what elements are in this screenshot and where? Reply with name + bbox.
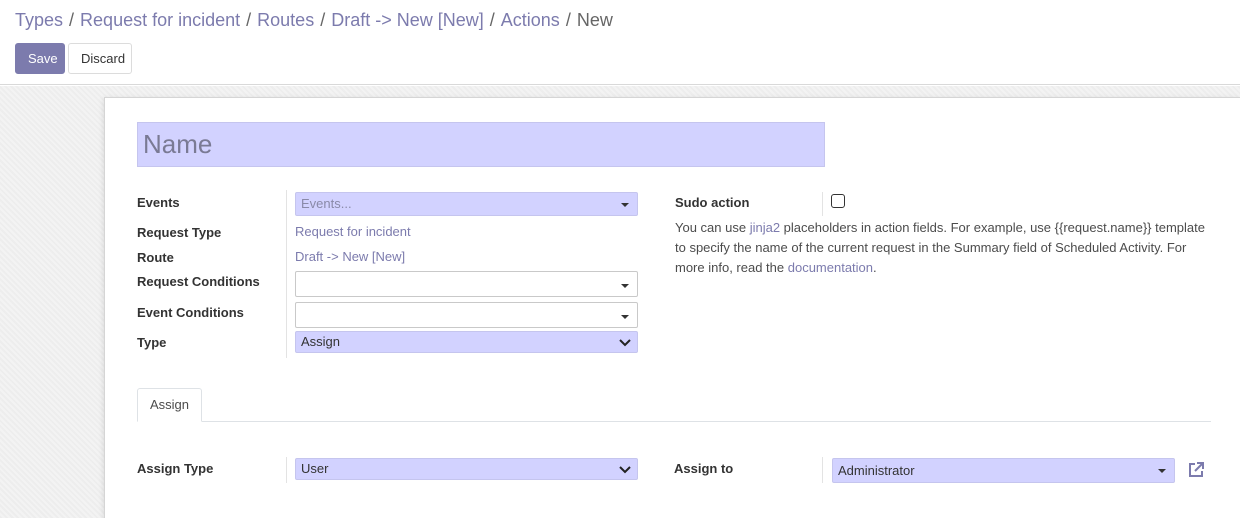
breadcrumb-routes[interactable]: Routes — [257, 10, 314, 30]
caret-down-icon — [1158, 469, 1166, 473]
assign-type-value: User — [301, 461, 329, 476]
request-type-link[interactable]: Request for incident — [295, 224, 411, 239]
field-divider — [286, 457, 287, 483]
breadcrumb-separator: / — [246, 10, 252, 30]
type-label: Type — [137, 335, 167, 350]
breadcrumb: Types / Request for incident / Routes / Draft … — [15, 10, 613, 31]
caret-down-icon — [621, 203, 629, 207]
breadcrumb-route[interactable]: Draft -> New [New] — [331, 10, 484, 30]
field-divider — [286, 190, 287, 358]
caret-down-icon — [621, 315, 629, 319]
breadcrumb-types[interactable]: Types — [15, 10, 63, 30]
events-placeholder: Events... — [301, 196, 352, 211]
external-link-icon[interactable] — [1186, 460, 1206, 480]
assign-to-field[interactable]: Administrator — [832, 458, 1175, 483]
breadcrumb-separator: / — [320, 10, 326, 30]
breadcrumb-actions[interactable]: Actions — [501, 10, 560, 30]
assign-type-select[interactable]: User — [295, 458, 638, 480]
control-panel: Types / Request for incident / Routes / Draft … — [0, 0, 1240, 85]
breadcrumb-current: New — [576, 10, 613, 30]
request-conditions-label: Request Conditions — [137, 274, 260, 289]
sudo-action-label: Sudo action — [675, 195, 750, 210]
documentation-link[interactable]: documentation — [788, 260, 873, 275]
field-divider — [822, 457, 823, 483]
route-label: Route — [137, 250, 174, 265]
jinja2-link[interactable]: jinja2 — [750, 220, 780, 235]
chevron-down-icon — [619, 339, 631, 347]
route-link[interactable]: Draft -> New [New] — [295, 249, 405, 264]
save-button[interactable]: Save — [15, 43, 65, 74]
help-text-part: . — [873, 260, 877, 275]
tab-assign[interactable]: Assign — [137, 388, 202, 422]
caret-down-icon — [621, 284, 629, 288]
tab-divider — [137, 421, 1211, 422]
help-text-part: You can use — [675, 220, 750, 235]
events-field[interactable]: Events... — [295, 192, 638, 216]
request-type-label: Request Type — [137, 225, 222, 240]
assign-type-label: Assign Type — [137, 461, 214, 476]
help-text: You can use jinja2 placeholders in actio… — [675, 218, 1215, 278]
name-input[interactable] — [137, 122, 825, 167]
sudo-action-checkbox[interactable] — [831, 194, 845, 208]
discard-button[interactable]: Discard — [68, 43, 132, 74]
assign-to-value: Administrator — [838, 463, 915, 478]
breadcrumb-separator: / — [69, 10, 75, 30]
field-divider — [822, 192, 823, 216]
breadcrumb-separator: / — [565, 10, 571, 30]
assign-to-label: Assign to — [674, 461, 734, 476]
breadcrumb-request-type[interactable]: Request for incident — [80, 10, 240, 30]
events-label: Events — [137, 195, 180, 210]
chevron-down-icon — [619, 466, 631, 474]
type-value: Assign — [301, 334, 341, 349]
breadcrumb-separator: / — [489, 10, 495, 30]
event-conditions-field[interactable] — [295, 302, 638, 328]
event-conditions-label: Event Conditions — [137, 305, 244, 320]
type-select[interactable]: Assign — [295, 331, 638, 353]
request-conditions-field[interactable] — [295, 271, 638, 297]
